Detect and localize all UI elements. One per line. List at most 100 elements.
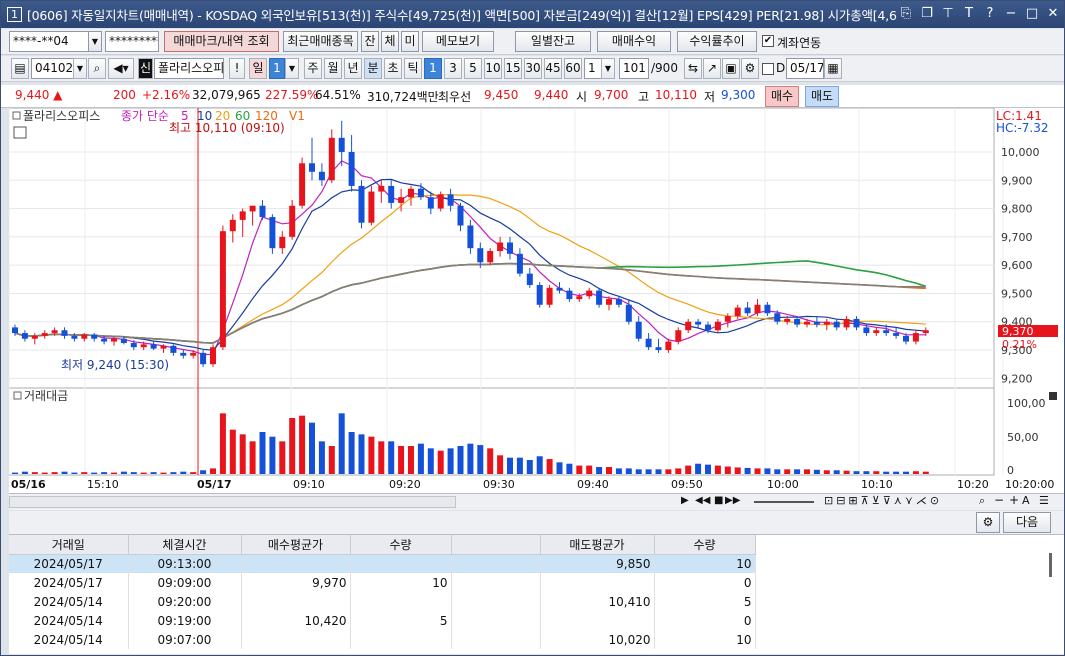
data-count-field[interactable]: 101	[619, 58, 649, 79]
daily-period-field[interactable]: 1	[269, 58, 285, 79]
memo-view-button[interactable]: 메모보기	[422, 31, 494, 52]
compare-icon[interactable]: ⇆	[684, 58, 702, 79]
tool-icons[interactable]: ⊡⊟⊞⊼⊻⊽⋏⋎⋌⊙	[824, 494, 942, 507]
font-size-icon[interactable]: A	[1022, 494, 1030, 507]
period-30-button[interactable]: 30	[524, 58, 542, 79]
grid-settings-icon[interactable]: ⚙	[976, 512, 1000, 533]
period-5-button[interactable]: 5	[464, 58, 482, 79]
chart-scrollbar[interactable]	[9, 496, 456, 508]
executed-button[interactable]: 체	[381, 31, 399, 52]
font-size-icon[interactable]: T	[962, 6, 976, 21]
close-icon[interactable]: ✕	[1046, 6, 1060, 21]
maximize-icon[interactable]: □	[1025, 6, 1039, 21]
stock-code-input[interactable]: 041020	[31, 58, 74, 79]
table-cell	[241, 630, 351, 649]
candle-down	[507, 242, 513, 254]
volume-pane-close-icon[interactable]	[1049, 392, 1057, 400]
period-60-button[interactable]: 60	[564, 58, 582, 79]
save-icon[interactable]: ▣	[722, 58, 740, 79]
zoom-in-icon[interactable]: +	[1009, 493, 1019, 507]
stock-search-icon[interactable]: ▤	[11, 58, 29, 79]
unexecuted-button[interactable]: 미	[401, 31, 419, 52]
x-tick-label: 05/17	[197, 478, 232, 491]
table-row[interactable]: 2024/05/14 09:07:00 10,020 10	[9, 630, 756, 649]
period-45-button[interactable]: 45	[544, 58, 562, 79]
speaker-icon[interactable]: ◀▾	[108, 58, 134, 79]
table-row[interactable]: 2024/05/14 09:19:00 10,420 5 0	[9, 611, 756, 630]
y-tick-label: 10,000	[1001, 146, 1040, 159]
calendar-icon[interactable]: ▦	[824, 58, 842, 79]
candle-up	[685, 321, 692, 331]
sell-button[interactable]: 매도	[805, 86, 839, 107]
table-cell	[451, 573, 541, 592]
candle-up	[140, 344, 147, 348]
account-dropdown-icon[interactable]: ▼	[88, 31, 102, 52]
grid-toggle-icon[interactable]	[13, 126, 27, 139]
volume-bar	[150, 472, 157, 474]
data-count-total: /900	[651, 61, 678, 75]
candle-down	[170, 345, 177, 353]
password-field[interactable]: *********	[105, 31, 159, 52]
date-input[interactable]: 05/17	[786, 58, 824, 79]
balance-button[interactable]: 잔	[361, 31, 379, 52]
yearly-chart-button[interactable]: 년	[344, 58, 362, 79]
custom-period-field[interactable]: 1	[584, 58, 602, 79]
candle-up	[714, 321, 721, 331]
date-checkbox[interactable]	[762, 63, 774, 75]
next-button[interactable]: 다음	[1003, 512, 1051, 533]
trade-profit-button[interactable]: 매매수익	[597, 31, 671, 52]
zoom-slider[interactable]	[754, 501, 814, 503]
buy-button[interactable]: 매수	[765, 86, 799, 107]
scroll-right-icon[interactable]: ▶	[681, 495, 689, 506]
recent-trade-stocks-button[interactable]: 최근매매종목	[283, 31, 358, 52]
daily-period-dropdown-icon[interactable]: ▼	[285, 58, 299, 79]
return-trend-button[interactable]: 수익률추이	[677, 31, 757, 52]
code-dropdown-icon[interactable]: ▼	[73, 58, 87, 79]
zoom-search-icon[interactable]: ⌕	[979, 494, 985, 508]
account-link-checkbox[interactable]: ✔	[762, 35, 774, 47]
weekly-chart-button[interactable]: 주	[304, 58, 322, 79]
restore-window-icon[interactable]: ❐	[920, 6, 934, 21]
step-back-icon[interactable]: ◀◀	[695, 495, 710, 506]
zoom-out-icon[interactable]: −	[994, 493, 1004, 507]
account-number-field[interactable]: ****-**04	[9, 31, 89, 52]
step-forward-icon[interactable]: ▶▶	[725, 495, 740, 506]
search-icon[interactable]: ⌕	[88, 58, 106, 79]
quote-bar: 9,440 ▲ 200 +2.16% 32,079,965 227.59% 64…	[1, 85, 1064, 108]
candle-up	[249, 205, 256, 212]
table-row[interactable]: 2024/05/14 09:20:00 10,410 5	[9, 592, 756, 611]
pin-icon[interactable]: ⊤	[941, 6, 955, 21]
trade-mark-query-button[interactable]: 매매마크/내역 조회	[164, 31, 279, 52]
daily-balance-button[interactable]: 일별잔고	[515, 31, 591, 52]
minute-chart-button[interactable]: 분	[364, 58, 382, 79]
help-icon[interactable]: ?	[983, 6, 997, 21]
daily-chart-button[interactable]: 일	[249, 58, 267, 79]
link-icon[interactable]: ⎘	[899, 6, 913, 21]
current-price: 9,440 ▲	[15, 88, 63, 102]
minimize-icon[interactable]: −	[1004, 6, 1018, 21]
period-3-button[interactable]: 3	[444, 58, 462, 79]
price-chart[interactable]: 10,0009,9009,8009,7009,6009,5009,4009,30…	[9, 108, 1064, 493]
monthly-chart-button[interactable]: 월	[324, 58, 342, 79]
table-cell	[451, 592, 541, 611]
stop-icon[interactable]: ■	[714, 495, 723, 506]
tick-chart-button[interactable]: 틱	[404, 58, 422, 79]
high-label: 고	[638, 90, 650, 104]
table-row[interactable]: 2024/05/17 09:13:00 9,850 10	[9, 554, 756, 573]
custom-period-dropdown-icon[interactable]: ▼	[601, 58, 615, 79]
table-scrollbar[interactable]	[1049, 553, 1052, 577]
candle-down	[309, 163, 315, 172]
period-10-button[interactable]: 10	[484, 58, 502, 79]
period-15-button[interactable]: 15	[504, 58, 522, 79]
volume-bar	[130, 472, 137, 474]
menu-icon[interactable]: ☰	[1039, 494, 1049, 507]
draw-line-icon[interactable]: ↗	[703, 58, 721, 79]
table-row[interactable]: 2024/05/17 09:09:00 9,970 10 0	[9, 573, 756, 592]
period-1-button[interactable]: 1	[424, 58, 442, 79]
candle-down	[61, 330, 68, 336]
x-tick-label: 10:20:00	[1005, 478, 1054, 491]
gear-icon[interactable]: ⚙	[741, 58, 759, 79]
volume-bar	[754, 468, 761, 474]
alert-button[interactable]: !	[229, 58, 245, 79]
second-chart-button[interactable]: 초	[384, 58, 402, 79]
